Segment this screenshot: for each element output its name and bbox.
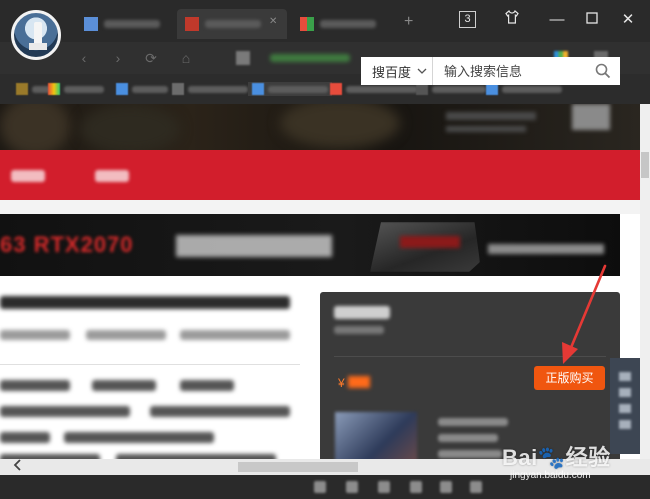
tab-2-active[interactable]: ✕ bbox=[177, 9, 287, 39]
tab-favicon bbox=[300, 17, 314, 31]
currency-symbol: ¥ bbox=[338, 376, 345, 390]
address-bar[interactable] bbox=[270, 54, 350, 62]
related-title[interactable] bbox=[438, 418, 508, 426]
hero-image bbox=[0, 104, 640, 150]
search-scope-dropdown[interactable]: 搜百度 bbox=[361, 57, 433, 85]
tab-title bbox=[320, 20, 376, 28]
scroll-left-icon[interactable] bbox=[12, 458, 22, 475]
product-subtitle bbox=[334, 326, 384, 334]
close-window-button[interactable]: ✕ bbox=[616, 9, 640, 31]
related-thumbnail[interactable] bbox=[335, 412, 417, 459]
watermark-logo: Bai🐾经验 bbox=[502, 445, 611, 470]
skin-icon[interactable] bbox=[500, 9, 524, 31]
bookmark-item[interactable] bbox=[48, 82, 104, 96]
bookmark-item[interactable] bbox=[116, 82, 168, 96]
search-icon[interactable] bbox=[595, 63, 611, 79]
nav-item[interactable] bbox=[95, 170, 129, 182]
status-icon[interactable] bbox=[410, 481, 422, 493]
vertical-scrollbar[interactable] bbox=[640, 104, 650, 459]
tab-1[interactable] bbox=[76, 9, 174, 39]
scrollbar-thumb[interactable] bbox=[641, 152, 649, 178]
search-scope-label: 搜百度 bbox=[372, 64, 412, 80]
baidu-jingyan-watermark: Bai🐾经验 jingyan.baidu.com bbox=[502, 440, 622, 484]
tab-favicon bbox=[84, 17, 98, 31]
new-tab-button[interactable]: + bbox=[404, 13, 413, 31]
tab-title bbox=[104, 20, 160, 28]
banner-brand bbox=[488, 244, 604, 254]
home-icon[interactable]: ⌂ bbox=[178, 50, 194, 66]
status-icon[interactable] bbox=[314, 481, 326, 493]
search-input[interactable] bbox=[433, 57, 620, 85]
watermark-url: jingyan.baidu.com bbox=[510, 470, 591, 481]
tab-3[interactable] bbox=[292, 9, 390, 39]
security-icon bbox=[236, 51, 250, 65]
nav-item[interactable] bbox=[11, 170, 45, 182]
user-avatar[interactable] bbox=[11, 10, 61, 60]
product-title bbox=[334, 306, 390, 319]
banner-text bbox=[176, 235, 332, 257]
status-icon[interactable] bbox=[470, 481, 482, 493]
close-tab-icon[interactable]: ✕ bbox=[269, 17, 279, 27]
chevron-down-icon bbox=[417, 66, 427, 77]
maximize-button[interactable] bbox=[580, 9, 604, 31]
minimize-button[interactable]: — bbox=[545, 9, 569, 31]
browser-window: ✕ + 3 — ✕ ‹ › ⟳ ⌂ 63 RTX2070 ¥ 搜百度 输入搜索信… bbox=[0, 0, 650, 499]
tab-favicon bbox=[185, 17, 199, 31]
related-title[interactable] bbox=[438, 450, 502, 458]
status-icon[interactable] bbox=[346, 481, 358, 493]
tab-title bbox=[205, 20, 261, 28]
bookmark-item[interactable] bbox=[172, 82, 248, 96]
bookmark-item[interactable] bbox=[16, 82, 52, 96]
card-divider bbox=[334, 356, 606, 357]
tab-bar: ✕ + 3 — ✕ bbox=[0, 0, 650, 42]
status-icon[interactable] bbox=[440, 481, 452, 493]
related-title[interactable] bbox=[438, 434, 498, 442]
ad-banner[interactable]: 63 RTX2070 bbox=[0, 214, 620, 276]
page-gap bbox=[0, 200, 640, 214]
refresh-icon[interactable]: ⟳ bbox=[143, 50, 159, 66]
banner-headline: 63 RTX2070 bbox=[0, 232, 134, 257]
buy-genuine-button[interactable]: 正版购买 bbox=[534, 366, 605, 390]
forward-icon[interactable]: › bbox=[110, 50, 126, 66]
bookmark-item[interactable] bbox=[248, 82, 332, 96]
site-nav-bar bbox=[0, 150, 640, 200]
scrollbar-thumb[interactable] bbox=[238, 462, 358, 472]
tab-count-badge[interactable]: 3 bbox=[459, 11, 476, 28]
web-page: 63 RTX2070 ¥ bbox=[0, 104, 640, 459]
laptop-screen bbox=[400, 236, 460, 248]
status-icon[interactable] bbox=[378, 481, 390, 493]
back-icon[interactable]: ‹ bbox=[76, 50, 92, 66]
product-price bbox=[348, 376, 370, 388]
